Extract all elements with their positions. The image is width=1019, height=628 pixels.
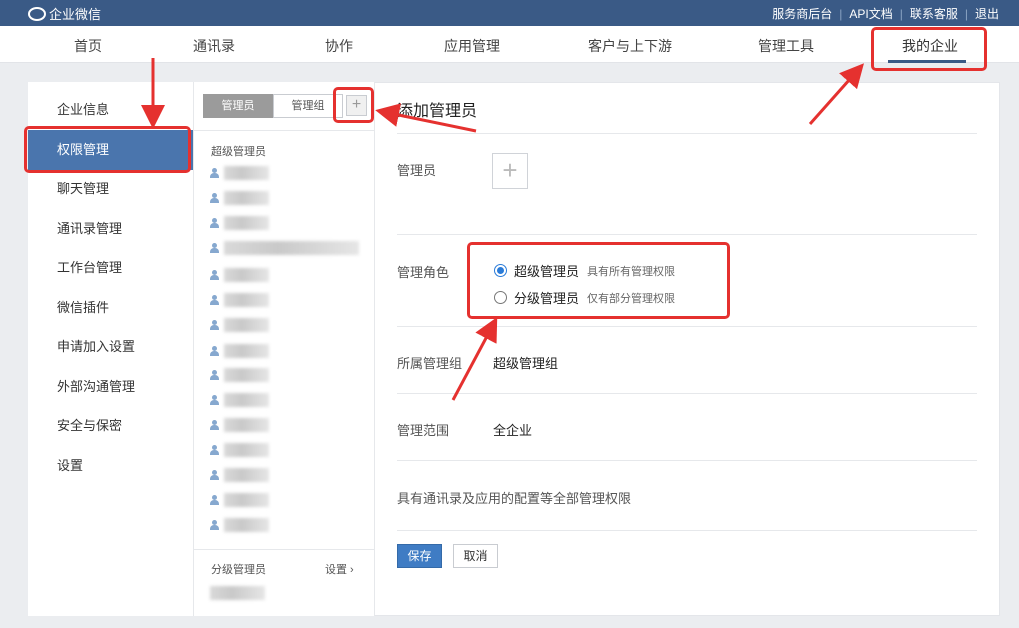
arrow-left-icon — [375, 103, 477, 133]
annotation-arrows — [141, 58, 864, 401]
arrow-up-icon — [451, 317, 498, 401]
arrow-up-right-icon — [808, 63, 864, 125]
